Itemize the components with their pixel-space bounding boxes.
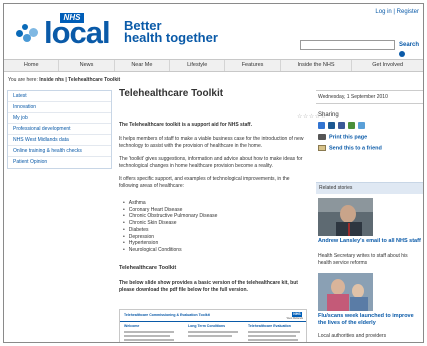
conditions-list: Asthma Coronary Heart Disease Chronic Ob… xyxy=(123,200,303,254)
story-2-photo xyxy=(318,273,373,311)
slide-column-1-heading: Welcome xyxy=(124,324,140,328)
breadcrumb-trail[interactable]: Inside nhs | Telehealthcare Toolkit xyxy=(39,77,120,83)
main-nav: Home News Near Me Lifestyle Features Ins… xyxy=(4,59,423,72)
list-item: Chronic Obstructive Pulmonary Disease xyxy=(123,213,303,220)
sidebar-item-online-training[interactable]: Online training & health checks xyxy=(8,146,111,157)
site-header: NHS local Better health together Log in … xyxy=(4,4,423,59)
toolkit-subheading: Telehealthcare Toolkit xyxy=(119,265,177,271)
slide-text-line xyxy=(248,335,296,337)
tagline-line-2: health together xyxy=(124,30,218,45)
browser-frame: NHS local Better health together Log in … xyxy=(3,3,424,343)
slide-text-line xyxy=(248,339,298,341)
twitter-icon[interactable] xyxy=(358,122,365,129)
slide-column-2-heading: Long Term Conditions xyxy=(188,324,226,328)
paragraph-1: It helps members of staff to make a viab… xyxy=(119,136,304,149)
breadcrumb: You are here: Inside nhs | Telehealthcar… xyxy=(8,77,120,83)
search-button[interactable]: Search xyxy=(399,40,423,60)
facebook-icon[interactable] xyxy=(338,122,345,129)
sidebar-item-innovation[interactable]: Innovation xyxy=(8,102,111,113)
sidebar-item-professional-development[interactable]: Professional development xyxy=(8,124,111,135)
slide-text-line xyxy=(248,331,300,333)
list-item: Asthma xyxy=(123,200,303,207)
sidebar-item-nhs-west-midlands-data[interactable]: NHS West Midlands data xyxy=(8,135,111,146)
sidebar-item-patient-opinion[interactable]: Patient Opinion xyxy=(8,157,111,168)
login-register-link[interactable]: Log in | Register xyxy=(375,9,419,15)
print-page-link[interactable]: Print this page xyxy=(318,134,367,140)
sidebar-nav: Latest Innovation My job Professional de… xyxy=(7,90,112,169)
list-item: Neurological Conditions xyxy=(123,247,303,254)
story-2-image[interactable] xyxy=(318,273,373,311)
sidebar-item-my-job[interactable]: My job xyxy=(8,113,111,124)
story-1-title[interactable]: Andrew Lansley's email to all NHS staff xyxy=(318,238,422,245)
sharing-heading: Sharing xyxy=(318,112,339,118)
list-item: Hypertension xyxy=(123,240,303,247)
paragraph-3: It offers specific support, and examples… xyxy=(119,176,290,189)
envelope-icon xyxy=(318,145,326,151)
main-content: Telehealthcare Toolkit ☆☆☆☆☆ The Telehea… xyxy=(119,88,326,293)
printer-icon xyxy=(318,134,326,140)
nav-lifestyle[interactable]: Lifestyle xyxy=(170,60,226,71)
site-logo[interactable]: local xyxy=(44,17,111,49)
paragraph-4: The below slide show provides a basic ve… xyxy=(119,280,298,293)
logo-dots-icon[interactable] xyxy=(16,22,46,44)
nav-near-me[interactable]: Near Me xyxy=(115,60,171,71)
slide-logo-sub: West Midlands xyxy=(286,317,303,320)
nav-get-involved[interactable]: Get Involved xyxy=(352,60,423,71)
nav-home[interactable]: Home xyxy=(4,60,60,71)
search-input[interactable] xyxy=(300,40,395,50)
delicious-icon[interactable] xyxy=(318,122,325,129)
slide-text-line xyxy=(124,335,170,337)
sidebar-item-latest[interactable]: Latest xyxy=(8,91,111,102)
list-item: Chronic Skin Disease xyxy=(123,220,303,227)
nav-news[interactable]: News xyxy=(59,60,115,71)
print-page-label: Print this page xyxy=(329,134,368,141)
list-item: Diabetes xyxy=(123,227,303,234)
send-to-friend-link[interactable]: Send this to a friend xyxy=(318,145,382,151)
slideshow-preview[interactable]: Telehealthcare Commissioning & Evaluatio… xyxy=(119,309,307,342)
story-1-photo xyxy=(318,198,373,236)
stumbleupon-icon[interactable] xyxy=(348,122,355,129)
site-tagline: Better health together xyxy=(124,19,218,45)
digg-icon[interactable] xyxy=(328,122,335,129)
nav-features[interactable]: Features xyxy=(225,60,281,71)
slide-column-3-heading: Telehealthcare Evaluation xyxy=(248,324,291,328)
slide-text-line xyxy=(124,331,174,333)
send-to-friend-label: Send this to a friend xyxy=(329,145,382,152)
current-date: Wednesday, 1 September 2010 xyxy=(316,90,423,104)
search-button-label: Search xyxy=(399,42,420,48)
story-1-image[interactable] xyxy=(318,198,373,236)
slide-text-line xyxy=(188,335,232,337)
slide-title: Telehealthcare Commissioning & Evaluatio… xyxy=(124,313,210,317)
nav-inside-the-nhs[interactable]: Inside the NHS xyxy=(281,60,353,71)
slide-divider xyxy=(120,321,306,322)
search-go-icon xyxy=(399,51,405,58)
related-stories-heading: Related stories xyxy=(316,182,423,194)
list-item: Coronary Heart Disease xyxy=(123,207,303,214)
slide-text-line xyxy=(124,339,174,341)
story-2-summary: Local authorities and providers xyxy=(318,333,387,339)
story-2-title[interactable]: Flu/scans week launched to improve the l… xyxy=(318,313,422,326)
breadcrumb-prefix: You are here: xyxy=(8,77,40,83)
list-item: Depression xyxy=(123,234,303,241)
slide-text-line xyxy=(188,331,238,333)
lead-paragraph: The Telehealthcare toolkit is a support … xyxy=(119,122,252,128)
story-1-summary: Health Secretary writes to staff about h… xyxy=(318,253,408,266)
paragraph-2: The 'toolkit' gives suggestions, informa… xyxy=(119,156,303,169)
page-title: Telehealthcare Toolkit xyxy=(119,88,224,99)
share-icons xyxy=(318,122,365,129)
